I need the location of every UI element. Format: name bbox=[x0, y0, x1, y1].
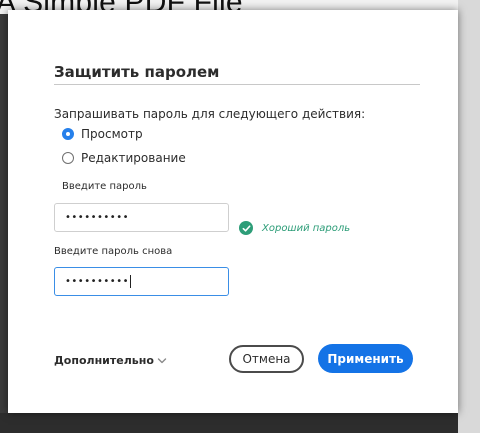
confirm-password-label: Введите пароль снова bbox=[54, 246, 173, 257]
more-options-link[interactable]: Дополнительно bbox=[54, 354, 167, 367]
strength-text: Хороший пароль bbox=[262, 222, 351, 234]
password-strength: Хороший пароль bbox=[239, 221, 350, 235]
viewer-side-panel bbox=[458, 0, 480, 433]
password-input[interactable]: •••••••••• bbox=[54, 203, 229, 232]
apply-button[interactable]: Применить bbox=[318, 344, 413, 373]
radio-view-button[interactable] bbox=[62, 128, 74, 140]
radio-view-label: Просмотр bbox=[81, 127, 143, 141]
action-question: Запрашивать пароль для следующего действ… bbox=[54, 107, 366, 121]
text-caret bbox=[129, 274, 131, 288]
protect-password-dialog: Защитить паролем Запрашивать пароль для … bbox=[8, 10, 458, 413]
title-divider bbox=[54, 84, 420, 85]
dialog-title: Защитить паролем bbox=[54, 63, 220, 81]
password-label: Введите пароль bbox=[62, 181, 147, 192]
radio-option-edit[interactable]: Редактирование bbox=[62, 151, 186, 165]
chevron-down-icon bbox=[157, 357, 167, 363]
check-circle-icon bbox=[239, 221, 253, 235]
radio-edit-button[interactable] bbox=[62, 152, 74, 164]
cancel-button[interactable]: Отмена bbox=[229, 345, 304, 373]
more-options-label: Дополнительно bbox=[54, 354, 154, 367]
viewer-bottom-area bbox=[0, 413, 458, 433]
radio-edit-label: Редактирование bbox=[81, 151, 186, 165]
radio-option-view[interactable]: Просмотр bbox=[62, 127, 143, 141]
confirm-password-value: •••••••••• bbox=[65, 276, 129, 287]
confirm-password-input[interactable]: •••••••••• bbox=[54, 267, 229, 296]
password-value: •••••••••• bbox=[65, 212, 129, 223]
